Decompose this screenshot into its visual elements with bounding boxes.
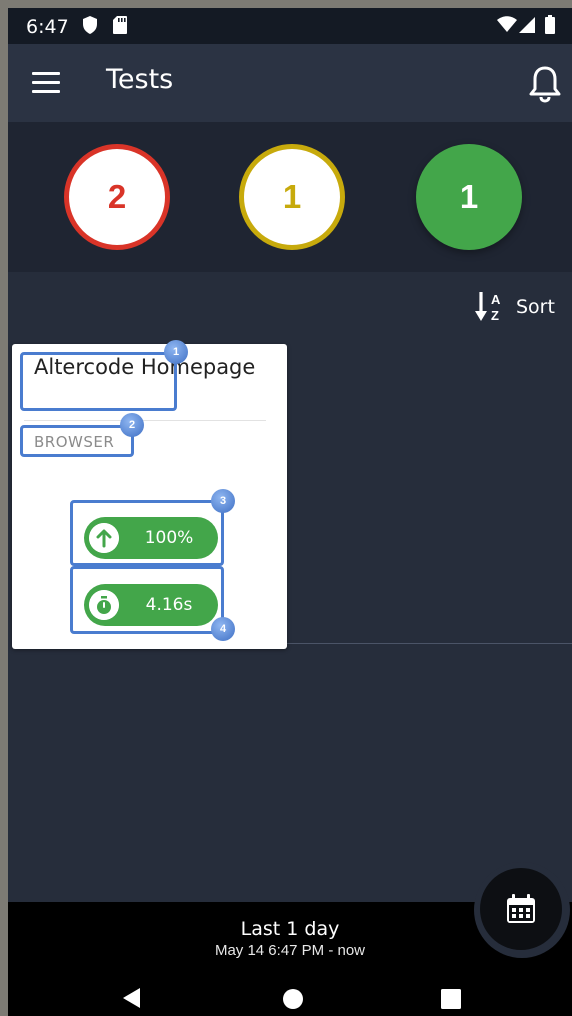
card-divider — [24, 420, 266, 421]
signal-icon — [519, 17, 535, 33]
test-title: Altercode Homepage — [34, 355, 256, 379]
bell-icon[interactable] — [528, 64, 562, 104]
svg-text:Z: Z — [491, 308, 499, 323]
status-summary: 2 1 1 — [8, 122, 572, 272]
range-subtitle: May 14 6:47 PM - now — [214, 942, 366, 959]
wifi-icon — [497, 16, 517, 32]
svg-text:A: A — [491, 292, 501, 307]
home-icon[interactable] — [282, 988, 304, 1010]
annotation-badge-2: 2 — [120, 413, 144, 437]
calendar-button[interactable] — [480, 868, 562, 950]
page-title: Tests — [106, 64, 174, 95]
calendar-icon — [507, 894, 535, 923]
uptime-pill[interactable]: 100% — [84, 517, 218, 559]
annotation-badge-4: 4 — [211, 617, 235, 641]
stopwatch-icon — [89, 590, 119, 620]
uptime-value: 100% — [144, 528, 194, 548]
passed-count-circle[interactable]: 1 — [416, 144, 522, 250]
back-icon[interactable] — [120, 986, 142, 1010]
sort-label: Sort — [516, 296, 555, 318]
menu-icon[interactable] — [32, 72, 60, 94]
arrow-up-icon — [89, 523, 119, 553]
status-time: 6:47 — [26, 16, 69, 38]
warning-count-circle[interactable]: 1 — [239, 144, 345, 250]
response-time-pill[interactable]: 4.16s — [84, 584, 218, 626]
battery-icon — [545, 15, 555, 34]
list-divider — [286, 643, 572, 644]
response-time-value: 4.16s — [145, 595, 193, 615]
annotation-badge-3: 3 — [211, 489, 235, 513]
sort-button[interactable]: A Z Sort — [474, 290, 555, 324]
annotation-badge-1: 1 — [164, 340, 188, 364]
recents-icon[interactable] — [440, 988, 462, 1010]
sd-card-icon — [113, 16, 127, 34]
failed-count-circle[interactable]: 2 — [64, 144, 170, 250]
shield-icon — [83, 16, 97, 34]
status-bar: 6:47 — [8, 8, 572, 44]
test-type: BROWSER — [34, 433, 115, 451]
test-card[interactable]: Altercode Homepage BROWSER 100% 4.16s 1 … — [12, 340, 287, 649]
app-screen: 6:47 Tests 2 1 1 A Z Sort Altercode Home… — [8, 8, 572, 1016]
sort-alpha-icon: A Z — [475, 292, 501, 323]
app-bar: Tests — [8, 44, 572, 122]
